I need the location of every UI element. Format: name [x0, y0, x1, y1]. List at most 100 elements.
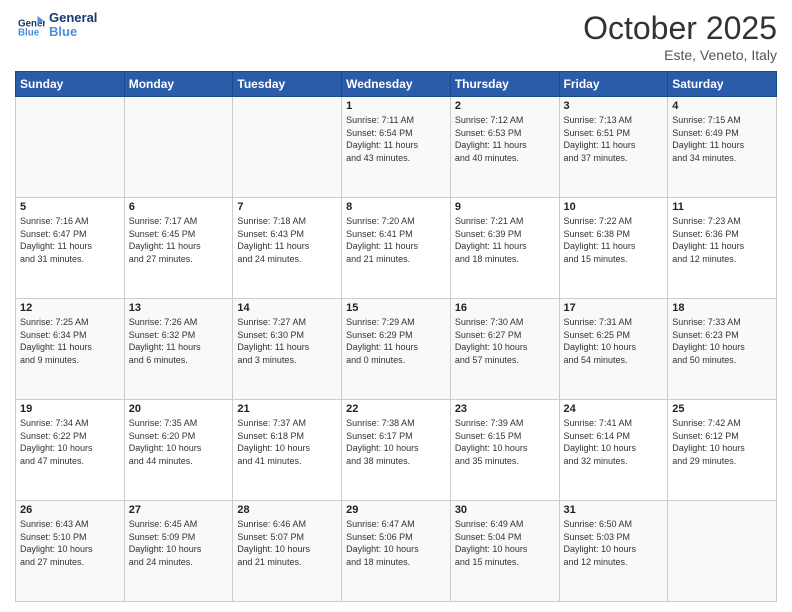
day-info: Sunrise: 7:23 AM Sunset: 6:36 PM Dayligh… [672, 215, 772, 265]
day-number: 19 [20, 403, 120, 415]
day-number: 8 [346, 201, 446, 213]
calendar-cell: 3Sunrise: 7:13 AM Sunset: 6:51 PM Daylig… [559, 97, 668, 198]
calendar-cell: 6Sunrise: 7:17 AM Sunset: 6:45 PM Daylig… [124, 198, 233, 299]
day-info: Sunrise: 7:15 AM Sunset: 6:49 PM Dayligh… [672, 114, 772, 164]
day-info: Sunrise: 7:41 AM Sunset: 6:14 PM Dayligh… [564, 417, 664, 467]
page: General Blue General Blue October 2025 E… [0, 0, 792, 612]
week-row-5: 26Sunrise: 6:43 AM Sunset: 5:10 PM Dayli… [16, 501, 777, 602]
calendar-cell [233, 97, 342, 198]
day-info: Sunrise: 7:21 AM Sunset: 6:39 PM Dayligh… [455, 215, 555, 265]
day-number: 30 [455, 504, 555, 516]
day-header-saturday: Saturday [668, 72, 777, 97]
day-header-monday: Monday [124, 72, 233, 97]
day-info: Sunrise: 6:45 AM Sunset: 5:09 PM Dayligh… [129, 518, 229, 568]
calendar-cell: 4 Sunrise: 7:15 AM Sunset: 6:49 PM Daylig… [668, 97, 777, 198]
day-info: Sunrise: 7:20 AM Sunset: 6:41 PM Dayligh… [346, 215, 446, 265]
day-info: Sunrise: 7:16 AM Sunset: 6:47 PM Dayligh… [20, 215, 120, 265]
calendar-cell [16, 97, 125, 198]
day-number: 23 [455, 403, 555, 415]
calendar-cell: 31 Sunrise: 6:50 AM Sunset: 5:03 PM Dayli… [559, 501, 668, 602]
calendar-cell: 11 Sunrise: 7:23 AM Sunset: 6:36 PM Dayli… [668, 198, 777, 299]
day-info: Sunrise: 7:12 AM Sunset: 6:53 PM Dayligh… [455, 114, 555, 164]
day-info: Sunrise: 7:25 AM Sunset: 6:34 PM Dayligh… [20, 316, 120, 366]
calendar-cell: 29 Sunrise: 6:47 AM Sunset: 5:06 PM Dayli… [342, 501, 451, 602]
logo-general: General [49, 11, 97, 25]
header: General Blue General Blue October 2025 E… [15, 10, 777, 63]
calendar-cell: 2 Sunrise: 7:12 AM Sunset: 6:53 PM Daylig… [450, 97, 559, 198]
day-info: Sunrise: 6:46 AM Sunset: 5:07 PM Dayligh… [237, 518, 337, 568]
day-info: Sunrise: 7:38 AM Sunset: 6:17 PM Dayligh… [346, 417, 446, 467]
calendar-cell: 21Sunrise: 7:37 AM Sunset: 6:18 PM Dayli… [233, 400, 342, 501]
day-number: 1 [346, 100, 446, 112]
calendar-cell: 7Sunrise: 7:18 AM Sunset: 6:43 PM Daylig… [233, 198, 342, 299]
calendar-cell: 10 Sunrise: 7:22 AM Sunset: 6:38 PM Dayli… [559, 198, 668, 299]
week-row-1: 1 Sunrise: 7:11 AM Sunset: 6:54 PM Daylig… [16, 97, 777, 198]
day-number: 20 [129, 403, 229, 415]
calendar: SundayMondayTuesdayWednesdayThursdayFrid… [15, 71, 777, 602]
day-number: 18 [672, 302, 772, 314]
day-info: Sunrise: 6:50 AM Sunset: 5:03 PM Dayligh… [564, 518, 664, 568]
logo: General Blue General Blue [15, 10, 97, 40]
calendar-cell: 23 Sunrise: 7:39 AM Sunset: 6:15 PM Dayli… [450, 400, 559, 501]
day-number: 4 [672, 100, 772, 112]
day-info: Sunrise: 7:35 AM Sunset: 6:20 PM Dayligh… [129, 417, 229, 467]
day-number: 10 [564, 201, 664, 213]
day-info: Sunrise: 7:30 AM Sunset: 6:27 PM Dayligh… [455, 316, 555, 366]
calendar-cell: 1 Sunrise: 7:11 AM Sunset: 6:54 PM Daylig… [342, 97, 451, 198]
day-number: 27 [129, 504, 229, 516]
day-number: 29 [346, 504, 446, 516]
day-info: Sunrise: 6:49 AM Sunset: 5:04 PM Dayligh… [455, 518, 555, 568]
day-number: 14 [237, 302, 337, 314]
calendar-cell: 8 Sunrise: 7:20 AM Sunset: 6:41 PM Daylig… [342, 198, 451, 299]
day-info: Sunrise: 7:29 AM Sunset: 6:29 PM Dayligh… [346, 316, 446, 366]
day-info: Sunrise: 7:31 AM Sunset: 6:25 PM Dayligh… [564, 316, 664, 366]
calendar-cell: 20 Sunrise: 7:35 AM Sunset: 6:20 PM Dayli… [124, 400, 233, 501]
day-info: Sunrise: 7:26 AM Sunset: 6:32 PM Dayligh… [129, 316, 229, 366]
logo-icon: General Blue [15, 10, 45, 40]
day-header-sunday: Sunday [16, 72, 125, 97]
day-number: 5 [20, 201, 120, 213]
week-row-3: 12 Sunrise: 7:25 AM Sunset: 6:34 PM Dayli… [16, 299, 777, 400]
day-info: Sunrise: 7:42 AM Sunset: 6:12 PM Dayligh… [672, 417, 772, 467]
day-info: Sunrise: 7:34 AM Sunset: 6:22 PM Dayligh… [20, 417, 120, 467]
day-number: 15 [346, 302, 446, 314]
day-header-thursday: Thursday [450, 72, 559, 97]
calendar-cell: 14Sunrise: 7:27 AM Sunset: 6:30 PM Dayli… [233, 299, 342, 400]
calendar-cell: 16Sunrise: 7:30 AM Sunset: 6:27 PM Dayli… [450, 299, 559, 400]
week-row-4: 19 Sunrise: 7:34 AM Sunset: 6:22 PM Dayli… [16, 400, 777, 501]
day-info: Sunrise: 6:47 AM Sunset: 5:06 PM Dayligh… [346, 518, 446, 568]
day-info: Sunrise: 7:22 AM Sunset: 6:38 PM Dayligh… [564, 215, 664, 265]
day-number: 9 [455, 201, 555, 213]
day-number: 6 [129, 201, 229, 213]
calendar-cell: 9 Sunrise: 7:21 AM Sunset: 6:39 PM Daylig… [450, 198, 559, 299]
day-info: Sunrise: 7:33 AM Sunset: 6:23 PM Dayligh… [672, 316, 772, 366]
day-number: 31 [564, 504, 664, 516]
calendar-cell: 19 Sunrise: 7:34 AM Sunset: 6:22 PM Dayli… [16, 400, 125, 501]
calendar-cell: 25 Sunrise: 7:42 AM Sunset: 6:12 PM Dayli… [668, 400, 777, 501]
svg-text:Blue: Blue [18, 28, 40, 39]
week-row-2: 5 Sunrise: 7:16 AM Sunset: 6:47 PM Daylig… [16, 198, 777, 299]
title-block: October 2025 Este, Veneto, Italy [583, 10, 777, 63]
day-number: 11 [672, 201, 772, 213]
day-number: 2 [455, 100, 555, 112]
calendar-cell: 28 Sunrise: 6:46 AM Sunset: 5:07 PM Dayli… [233, 501, 342, 602]
day-header-wednesday: Wednesday [342, 72, 451, 97]
calendar-cell: 17Sunrise: 7:31 AM Sunset: 6:25 PM Dayli… [559, 299, 668, 400]
day-header-friday: Friday [559, 72, 668, 97]
day-info: Sunrise: 7:39 AM Sunset: 6:15 PM Dayligh… [455, 417, 555, 467]
day-number: 25 [672, 403, 772, 415]
day-info: Sunrise: 7:11 AM Sunset: 6:54 PM Dayligh… [346, 114, 446, 164]
calendar-cell: 30 Sunrise: 6:49 AM Sunset: 5:04 PM Dayli… [450, 501, 559, 602]
day-number: 12 [20, 302, 120, 314]
calendar-cell: 24 Sunrise: 7:41 AM Sunset: 6:14 PM Dayli… [559, 400, 668, 501]
calendar-cell: 13 Sunrise: 7:26 AM Sunset: 6:32 PM Dayli… [124, 299, 233, 400]
location: Este, Veneto, Italy [583, 47, 777, 63]
calendar-cell: 12 Sunrise: 7:25 AM Sunset: 6:34 PM Dayli… [16, 299, 125, 400]
day-number: 22 [346, 403, 446, 415]
day-number: 24 [564, 403, 664, 415]
day-number: 28 [237, 504, 337, 516]
day-info: Sunrise: 7:13 AM Sunset: 6:51 PM Dayligh… [564, 114, 664, 164]
calendar-cell: 18 Sunrise: 7:33 AM Sunset: 6:23 PM Dayli… [668, 299, 777, 400]
calendar-cell: 15 Sunrise: 7:29 AM Sunset: 6:29 PM Dayli… [342, 299, 451, 400]
day-number: 13 [129, 302, 229, 314]
